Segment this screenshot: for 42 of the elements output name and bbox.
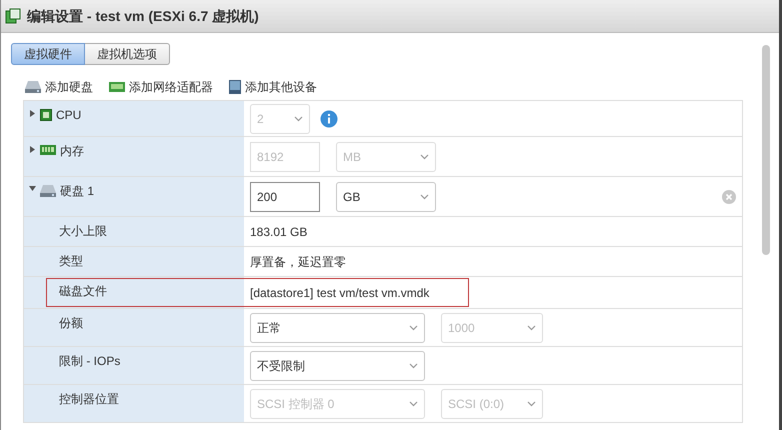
chevron-icon (527, 400, 536, 406)
hard-drive-icon (25, 81, 41, 93)
dropdown[interactable]: 不受限制 (250, 350, 425, 380)
tab[interactable]: 虚拟硬件 (11, 43, 85, 65)
row-label: 限制 - IOPs (59, 353, 120, 369)
row-label: 硬盘 1 (60, 183, 94, 199)
chevron-icon (409, 400, 418, 406)
toolbar-button[interactable]: 添加其他设备 (229, 78, 317, 96)
hard-drive-icon (40, 185, 56, 197)
monitor-device-icon (229, 80, 241, 94)
row-label: CPU (56, 107, 82, 123)
expander-icon[interactable] (28, 143, 36, 153)
row-label: 类型 (59, 253, 83, 269)
chevron-icon (409, 362, 418, 368)
chevron-icon (294, 116, 303, 122)
row-label: 大小上限 (59, 223, 107, 239)
toolbar-button[interactable]: 添加网络适配器 (109, 78, 213, 96)
chevron-icon (527, 324, 536, 330)
row-value: 183.01 GB (250, 224, 308, 240)
chevron-icon (409, 324, 418, 330)
dropdown[interactable]: 正常 (250, 312, 425, 342)
expander-icon[interactable] (28, 107, 36, 117)
toolbar-button[interactable]: 添加硬盘 (25, 78, 93, 96)
expander-icon[interactable] (28, 183, 36, 191)
window-icon (5, 8, 21, 24)
window-title: 编辑设置 - test vm (ESXi 6.7 虚拟机) (27, 6, 259, 26)
row-value: [datastore1] test vm/test vm.vmdk (250, 284, 430, 300)
dropdown[interactable]: GB (336, 182, 436, 212)
tab[interactable]: 虚拟机选项 (85, 43, 170, 65)
row-label: 份额 (59, 315, 83, 331)
row-label: 磁盘文件 (59, 283, 107, 299)
scrollbar-thumb[interactable] (762, 45, 770, 255)
info-icon[interactable] (320, 110, 338, 128)
chevron-icon (420, 194, 429, 200)
cpu-chip-icon (40, 109, 52, 121)
row-value: 厚置备，延迟置零 (250, 254, 346, 270)
memory-module-icon (40, 145, 56, 155)
chevron-icon (420, 154, 429, 160)
number-field[interactable]: 200 (250, 182, 320, 212)
network-card-icon (109, 82, 125, 92)
row-label: 控制器位置 (59, 391, 119, 407)
row-label: 内存 (60, 143, 84, 159)
